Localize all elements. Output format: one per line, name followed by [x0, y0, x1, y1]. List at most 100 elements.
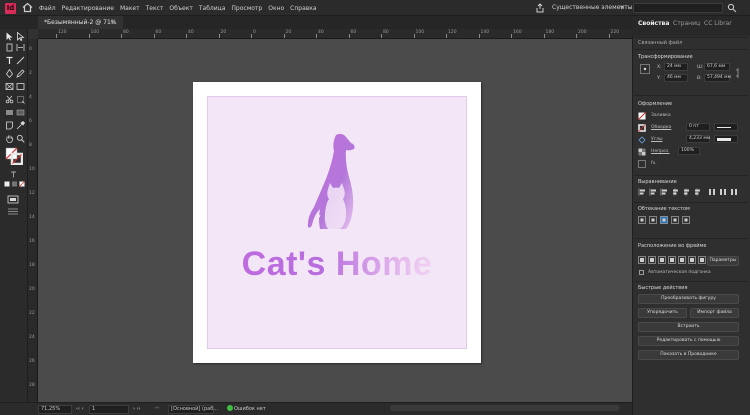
- corner-shape-select[interactable]: [714, 135, 738, 143]
- formatting-affects-text-icon[interactable]: [9, 170, 18, 179]
- type-tool-icon[interactable]: [5, 56, 14, 65]
- next-page-icon[interactable]: › ››: [133, 403, 141, 415]
- align-icon[interactable]: [660, 188, 668, 196]
- zoom-tool-icon[interactable]: [16, 134, 25, 143]
- screen-mode-icon[interactable]: [7, 195, 19, 204]
- menu-window[interactable]: Окно: [268, 5, 284, 12]
- direct-selection-tool-icon[interactable]: [16, 32, 25, 41]
- horizontal-ruler[interactable]: 120 100 80 60 40 20 0 20 40 60 80 100 120 140 160 180 20…: [38, 29, 632, 39]
- selection-tool-icon[interactable]: [5, 32, 14, 41]
- frame-fit-icon[interactable]: [658, 256, 666, 264]
- text-wrap-icon[interactable]: [649, 216, 657, 224]
- document-page[interactable]: Cat's Home: [193, 82, 481, 363]
- width-field[interactable]: 67,6 мм: [704, 63, 730, 71]
- preflight-status[interactable]: Ошибок нет: [234, 403, 266, 415]
- opacity-icon[interactable]: [638, 148, 646, 156]
- menu-edit[interactable]: Редактирование: [62, 5, 114, 12]
- convert-shape-button[interactable]: Преобразовать фигуру: [638, 294, 739, 304]
- apply-color-buttons[interactable]: [4, 181, 26, 188]
- effects-button[interactable]: fx.: [651, 161, 657, 166]
- menu-help[interactable]: Справка: [290, 5, 316, 12]
- reveal-in-explorer-button[interactable]: Показать в Проводнике: [638, 350, 739, 360]
- menu-type[interactable]: Текст: [146, 5, 164, 12]
- search-icon[interactable]: [727, 3, 737, 13]
- vertical-ruler[interactable]: 0 2 4 6 8 10 12 14 16 18 20 22 24 26 28: [28, 39, 38, 402]
- height-field[interactable]: 57,494 мм: [704, 74, 731, 82]
- gradient-tool-icon[interactable]: [5, 108, 14, 117]
- arrange-button[interactable]: Упорядочить: [638, 308, 687, 318]
- eyedropper-tool-icon[interactable]: [16, 121, 25, 130]
- fill-stroke-swatch[interactable]: [5, 147, 23, 165]
- zoom-field[interactable]: 71,25%: [38, 405, 72, 414]
- gap-tool-icon[interactable]: [16, 43, 25, 52]
- embed-button[interactable]: Встроить: [638, 322, 739, 332]
- note-tool-icon[interactable]: [5, 121, 14, 130]
- x-position-field[interactable]: 24 мм: [664, 63, 688, 71]
- pen-tool-icon[interactable]: [5, 69, 14, 78]
- chevron-down-icon[interactable]: ▼: [620, 5, 624, 11]
- text-wrap-icon[interactable]: [660, 216, 668, 224]
- constrain-proportions-icon[interactable]: [735, 67, 741, 79]
- tab-properties[interactable]: Свойства: [638, 20, 669, 27]
- master-pages-icon[interactable]: ◠: [155, 403, 159, 415]
- horizontal-scrollbar[interactable]: [390, 405, 620, 411]
- free-transform-tool-icon[interactable]: [16, 95, 25, 104]
- align-icon[interactable]: [649, 188, 657, 196]
- line-tool-icon[interactable]: [16, 56, 25, 65]
- frame-fit-icon[interactable]: [668, 256, 676, 264]
- align-icon[interactable]: [671, 188, 679, 196]
- page-tool-icon[interactable]: [5, 43, 14, 52]
- frame-fit-icon[interactable]: [648, 256, 656, 264]
- prev-page-icon[interactable]: ‹‹ ‹: [76, 403, 84, 415]
- placed-image-frame[interactable]: Cat's Home: [207, 96, 467, 349]
- corner-size-field[interactable]: 4,233 мм: [686, 135, 710, 143]
- distribute-icon[interactable]: [730, 188, 738, 196]
- import-file-button[interactable]: Импорт файла: [690, 308, 739, 318]
- corner-options-icon[interactable]: [638, 136, 646, 144]
- corners-label[interactable]: Углы: [651, 137, 663, 142]
- pencil-tool-icon[interactable]: [16, 69, 25, 78]
- stroke-swatch[interactable]: [638, 124, 646, 132]
- rectangle-frame-tool-icon[interactable]: [5, 82, 14, 91]
- menu-object[interactable]: Объект: [169, 5, 192, 12]
- stroke-weight-field[interactable]: 0 пт: [686, 123, 710, 131]
- text-wrap-icon[interactable]: [682, 216, 690, 224]
- rectangle-tool-icon[interactable]: [16, 82, 25, 91]
- menu-layout[interactable]: Макет: [120, 5, 140, 12]
- hand-tool-icon[interactable]: [5, 134, 14, 143]
- close-icon[interactable]: ×: [110, 16, 115, 29]
- gradient-feather-tool-icon[interactable]: [16, 108, 25, 117]
- y-position-field[interactable]: 46 мм: [664, 74, 688, 82]
- share-icon[interactable]: [535, 3, 545, 13]
- scissors-tool-icon[interactable]: [5, 95, 14, 104]
- fitting-options-button[interactable]: Параметры: [707, 256, 739, 266]
- stroke-type-select[interactable]: [714, 123, 738, 131]
- master-field[interactable]: [Основной] (раб...: [168, 405, 218, 414]
- stroke-label[interactable]: Обводка: [651, 125, 671, 130]
- menu-table[interactable]: Таблица: [199, 5, 226, 12]
- distribute-icon[interactable]: [719, 188, 727, 196]
- edit-with-button[interactable]: Редактировать с помощью: [638, 336, 739, 346]
- search-input[interactable]: [633, 3, 723, 13]
- page-view-icon[interactable]: [7, 207, 19, 216]
- frame-fit-icon[interactable]: [678, 256, 686, 264]
- document-canvas[interactable]: Cat's Home: [38, 39, 632, 402]
- opacity-field[interactable]: 100%: [678, 147, 700, 155]
- reference-point-icon[interactable]: [640, 64, 650, 74]
- menu-file[interactable]: Файл: [39, 5, 56, 12]
- frame-fit-icon[interactable]: [638, 256, 646, 264]
- align-icon[interactable]: [682, 188, 690, 196]
- auto-fit-checkbox[interactable]: [639, 270, 644, 275]
- tab-cc-libraries[interactable]: CC Librar: [704, 20, 732, 27]
- frame-fit-icon[interactable]: [688, 256, 696, 264]
- page-number-field[interactable]: 1: [89, 405, 129, 414]
- tab-pages[interactable]: Страниц: [673, 20, 700, 27]
- text-wrap-icon[interactable]: [671, 216, 679, 224]
- align-icon[interactable]: [693, 188, 701, 196]
- align-icon[interactable]: [638, 188, 646, 196]
- effects-square-icon[interactable]: [638, 160, 646, 168]
- home-icon[interactable]: [22, 2, 33, 13]
- opacity-label[interactable]: Непроз.: [651, 149, 670, 154]
- fill-swatch[interactable]: [638, 112, 646, 120]
- menu-view[interactable]: Просмотр: [231, 5, 262, 12]
